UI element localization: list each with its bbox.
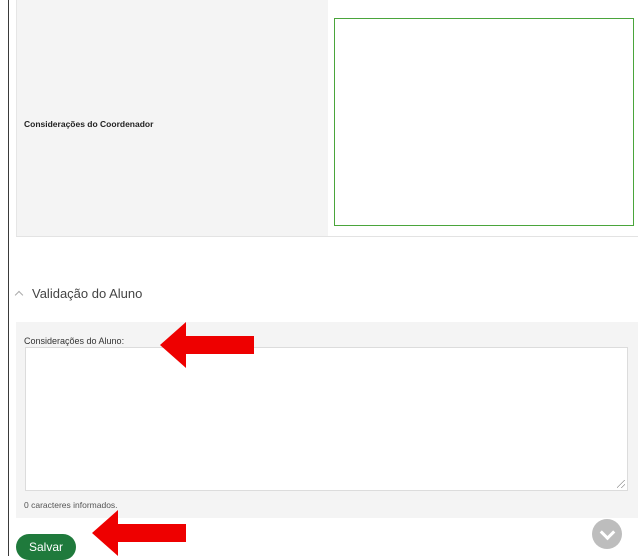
- validacao-section-header[interactable]: Validação do Aluno: [14, 286, 142, 301]
- aluno-considerations-field[interactable]: [25, 347, 628, 491]
- resize-handle-icon[interactable]: [617, 480, 625, 488]
- coordenador-table: Considerações do Coordenador: [16, 0, 638, 237]
- aluno-considerations-label: Considerações do Aluno:: [24, 336, 125, 346]
- coordenador-label: Considerações do Coordenador: [24, 119, 154, 129]
- chevron-down-icon[interactable]: [592, 519, 622, 549]
- save-button[interactable]: Salvar: [16, 534, 76, 560]
- chevron-up-icon[interactable]: [14, 289, 24, 299]
- aluno-panel: Considerações do Aluno: 0 caracteres inf…: [16, 322, 638, 518]
- coordenador-considerations-field[interactable]: [334, 18, 634, 226]
- validacao-section-title: Validação do Aluno: [32, 286, 143, 301]
- red-arrow-icon: [160, 322, 254, 368]
- coordenador-value-cell: [328, 0, 638, 236]
- page-left-border: [8, 0, 9, 556]
- char-count: 0 caracteres informados.: [24, 500, 118, 510]
- red-arrow-icon: [92, 510, 186, 556]
- coordenador-label-cell: Considerações do Coordenador: [16, 0, 329, 236]
